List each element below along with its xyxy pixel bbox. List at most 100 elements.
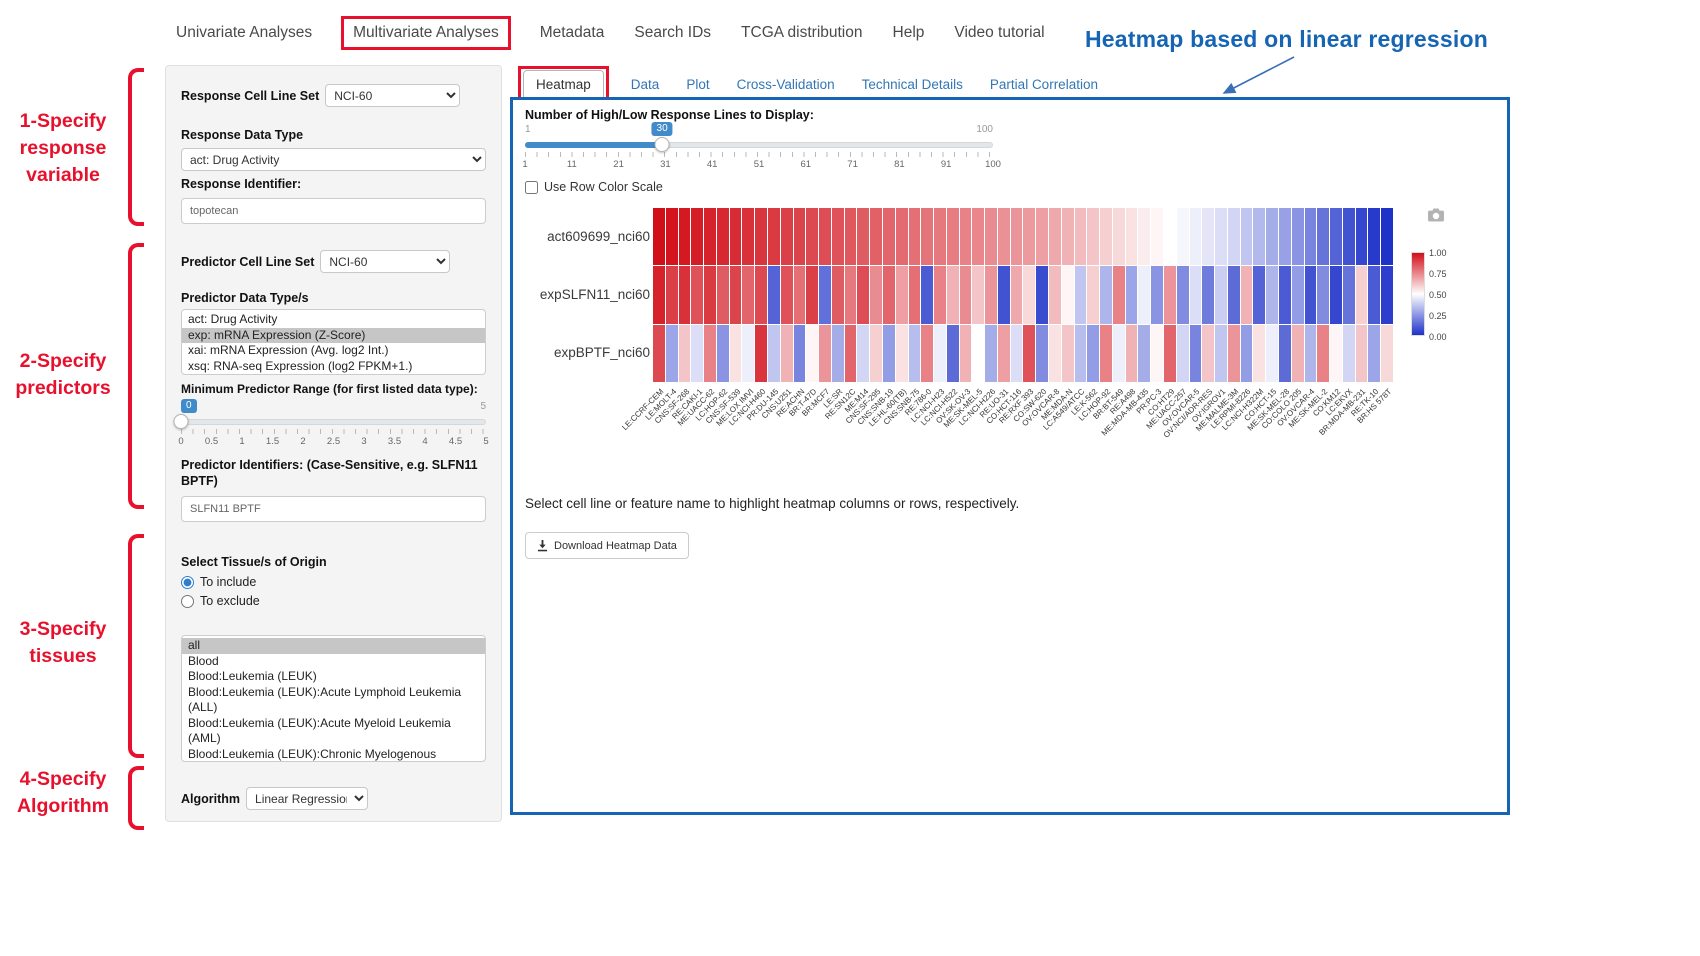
heatmap-cell[interactable] (1036, 325, 1048, 382)
heatmap-cell[interactable] (1305, 266, 1317, 323)
heatmap-cell[interactable] (1330, 266, 1342, 323)
heatmap-cell[interactable] (857, 208, 869, 265)
heatmap-cell[interactable] (1075, 325, 1087, 382)
heatmap-cell[interactable] (921, 266, 933, 323)
heatmap-cell[interactable] (768, 208, 780, 265)
slider-handle[interactable] (655, 137, 670, 152)
heatmap-cell[interactable] (1190, 266, 1202, 323)
heatmap-cell[interactable] (960, 266, 972, 323)
heatmap-cell[interactable] (691, 325, 703, 382)
heatmap-cell[interactable] (1215, 266, 1227, 323)
predictor-data-type-option-exp-mrna-expression-z-score[interactable]: exp: mRNA Expression (Z-Score) (182, 328, 485, 344)
heatmap-cell[interactable] (1011, 208, 1023, 265)
heatmap-cell[interactable] (998, 325, 1010, 382)
heatmap-cell[interactable] (934, 266, 946, 323)
heatmap-cell[interactable] (1075, 266, 1087, 323)
heatmap-cell[interactable] (909, 266, 921, 323)
predictor-identifiers-input[interactable] (181, 496, 486, 522)
heatmap-cell[interactable] (717, 266, 729, 323)
heatmap-cell[interactable] (666, 266, 678, 323)
heatmap-cell[interactable] (1305, 208, 1317, 265)
heatmap-cell[interactable] (1036, 266, 1048, 323)
heatmap-cell[interactable] (845, 266, 857, 323)
heatmap-cell[interactable] (666, 325, 678, 382)
nav-item-univariate-analyses[interactable]: Univariate Analyses (175, 18, 313, 48)
heatmap-cell[interactable] (794, 266, 806, 323)
heatmap-cell[interactable] (730, 208, 742, 265)
heatmap-cell[interactable] (1011, 325, 1023, 382)
tissue-include-radio[interactable] (181, 576, 194, 589)
heatmap-cell[interactable] (934, 325, 946, 382)
heatmap-cell[interactable] (1177, 325, 1189, 382)
heatmap-cell[interactable] (870, 266, 882, 323)
heatmap-cell[interactable] (1177, 208, 1189, 265)
heatmap-cell[interactable] (883, 266, 895, 323)
response-data-type-select[interactable]: act: Drug Activity (181, 148, 486, 171)
heatmap-cell[interactable] (679, 208, 691, 265)
heatmap-cell[interactable] (1190, 208, 1202, 265)
tissue-option-blood-leukemia-leuk-acute-myeloid-leukemia-aml[interactable]: Blood:Leukemia (LEUK):Acute Myeloid Leuk… (182, 716, 485, 747)
heatmap-cell[interactable] (1049, 208, 1061, 265)
heatmap-cell[interactable] (832, 266, 844, 323)
heatmap-cell[interactable] (755, 325, 767, 382)
heatmap-cell[interactable] (1113, 266, 1125, 323)
heatmap-cell[interactable] (1087, 208, 1099, 265)
tab-data[interactable]: Data (631, 77, 660, 92)
heatmap-cell[interactable] (1381, 208, 1393, 265)
tissue-option-blood-leukemia-leuk-acute-lymphoid-leukemia-all[interactable]: Blood:Leukemia (LEUK):Acute Lymphoid Leu… (182, 685, 485, 716)
row-color-scale-checkbox[interactable] (525, 181, 538, 194)
heatmap-cell[interactable] (1228, 266, 1240, 323)
heatmap-cell[interactable] (1011, 266, 1023, 323)
heatmap-cell[interactable] (1343, 208, 1355, 265)
heatmap-cell[interactable] (1190, 325, 1202, 382)
heatmap-cell[interactable] (1356, 266, 1368, 323)
tab-heatmap[interactable]: Heatmap (523, 70, 604, 99)
tab-cross-validation[interactable]: Cross-Validation (737, 77, 835, 92)
heatmap-cell[interactable] (1049, 266, 1061, 323)
heatmap-cell[interactable] (1253, 325, 1265, 382)
heatmap-cell[interactable] (832, 208, 844, 265)
heatmap-cell[interactable] (985, 325, 997, 382)
heatmap-cell[interactable] (768, 266, 780, 323)
heatmap-cell[interactable] (1279, 325, 1291, 382)
heatmap-cell[interactable] (1151, 208, 1163, 265)
camera-icon[interactable] (1428, 208, 1444, 227)
heatmap-cell[interactable] (1062, 208, 1074, 265)
download-heatmap-button[interactable]: Download Heatmap Data (525, 532, 689, 559)
tab-technical-details[interactable]: Technical Details (862, 77, 963, 92)
heatmap-cell[interactable] (781, 208, 793, 265)
heatmap-cell[interactable] (781, 325, 793, 382)
heatmap-cell[interactable] (819, 325, 831, 382)
heatmap-cell[interactable] (1100, 325, 1112, 382)
heatmap-cell[interactable] (857, 266, 869, 323)
heatmap-cell[interactable] (1292, 208, 1304, 265)
heatmap-cell[interactable] (819, 266, 831, 323)
heatmap-cell[interactable] (1023, 266, 1035, 323)
heatmap-cell[interactable] (704, 266, 716, 323)
heatmap-cell[interactable] (742, 266, 754, 323)
heatmap-cell[interactable] (1164, 325, 1176, 382)
heatmap-cell[interactable] (1330, 208, 1342, 265)
heatmap-cell[interactable] (1164, 266, 1176, 323)
heatmap-cell[interactable] (819, 208, 831, 265)
heatmap-cell[interactable] (1241, 266, 1253, 323)
heatmap-cell[interactable] (896, 208, 908, 265)
heatmap-cell[interactable] (947, 266, 959, 323)
heatmap-cell[interactable] (666, 208, 678, 265)
heatmap-cell[interactable] (1266, 325, 1278, 382)
heatmap-cell[interactable] (972, 266, 984, 323)
heatmap-cell[interactable] (1126, 208, 1138, 265)
heatmap-cell[interactable] (909, 208, 921, 265)
heatmap-cell[interactable] (1317, 208, 1329, 265)
heatmap-cell[interactable] (1138, 266, 1150, 323)
heatmap-cell[interactable] (1241, 208, 1253, 265)
heatmap-cell[interactable] (794, 325, 806, 382)
tissue-option-blood-leukemia-leuk[interactable]: Blood:Leukemia (LEUK) (182, 669, 485, 685)
heatmap-row-label-expbptf-nci60[interactable]: expBPTF_nci60 (523, 324, 650, 382)
heatmap-cell[interactable] (1266, 266, 1278, 323)
heatmap-cell[interactable] (653, 325, 665, 382)
heatmap-cell[interactable] (832, 325, 844, 382)
heatmap-cell[interactable] (781, 266, 793, 323)
heatmap-cell[interactable] (1113, 208, 1125, 265)
tab-partial-correlation[interactable]: Partial Correlation (990, 77, 1098, 92)
